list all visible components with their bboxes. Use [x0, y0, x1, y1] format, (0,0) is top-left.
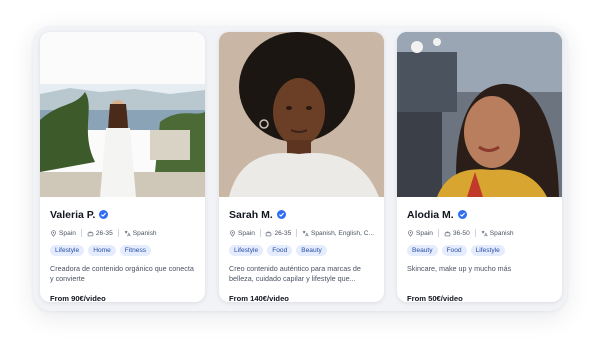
- language-icon: [302, 230, 309, 236]
- creator-price: From 50€/video: [407, 294, 463, 302]
- creator-card[interactable]: Alodia M. Spain 36-50 Spanish Beauty Foo…: [397, 32, 562, 302]
- creator-tags: Lifestyle Food Beauty: [229, 245, 374, 256]
- creator-age: 26-35: [274, 229, 292, 237]
- creator-description: Creo contenido auténtico para marcas de …: [229, 264, 361, 283]
- creator-description: Skincare, make up y mucho más: [407, 264, 512, 273]
- creator-languages: Spanish, English, C...: [310, 229, 374, 237]
- tag-chip: Food: [267, 245, 293, 256]
- creator-meta: Spain 26-35 Spanish: [50, 229, 195, 237]
- creator-photo: [397, 32, 562, 197]
- tag-chip: Beauty: [407, 245, 438, 256]
- creator-age: 36-50: [452, 229, 470, 237]
- tag-chip: Food: [441, 245, 467, 256]
- tag-chip: Lifestyle: [470, 245, 505, 256]
- creator-name: Valeria P.: [50, 208, 96, 221]
- language-icon: [481, 230, 488, 236]
- creator-meta: Spain 36-50 Spanish: [407, 229, 552, 237]
- meta-divider: [117, 229, 119, 237]
- meta-divider: [437, 229, 439, 237]
- tag-chip: Lifestyle: [50, 245, 85, 256]
- creator-meta: Spain 26-35 Spanish, English, C...: [229, 229, 374, 237]
- location-pin-icon: [230, 229, 235, 237]
- verified-badge-icon: [99, 210, 109, 219]
- age-group-icon: [266, 230, 272, 236]
- creator-card[interactable]: Valeria P. Spain 26-35 Spanish Lifestyle: [40, 32, 205, 302]
- creator-country: Spain: [238, 229, 255, 237]
- meta-divider: [296, 229, 297, 237]
- location-pin-icon: [51, 229, 56, 237]
- age-group-icon: [444, 230, 451, 236]
- creator-languages: Spanish: [132, 229, 157, 237]
- meta-divider: [259, 229, 261, 237]
- creator-photo: [40, 32, 205, 197]
- creator-tags: Lifestyle Home Fitness: [50, 245, 195, 256]
- creator-description: Creadora de contenido orgánico que conec…: [50, 264, 194, 283]
- creator-country: Spain: [59, 229, 76, 237]
- creator-price: From 90€/video: [50, 294, 106, 302]
- creator-photo: [219, 32, 384, 197]
- verified-badge-icon: [457, 210, 467, 219]
- creator-card[interactable]: Sarah M. Spain 26-35 Spanish, English, C…: [219, 32, 384, 302]
- tag-chip: Lifestyle: [229, 245, 264, 256]
- location-pin-icon: [408, 229, 413, 237]
- tag-chip: Fitness: [119, 245, 152, 256]
- age-group-icon: [87, 230, 94, 236]
- language-icon: [124, 230, 131, 236]
- verified-badge-icon: [276, 210, 286, 219]
- meta-divider: [474, 229, 476, 237]
- creator-tags: Beauty Food Lifestyle: [407, 245, 552, 256]
- meta-divider: [80, 229, 82, 237]
- creator-price: From 140€/video: [229, 294, 289, 302]
- tag-chip: Beauty: [296, 245, 327, 256]
- creator-country: Spain: [416, 229, 433, 237]
- tag-chip: Home: [88, 245, 116, 256]
- creator-age: 26-35: [95, 229, 113, 237]
- creator-languages: Spanish: [489, 229, 514, 237]
- creator-name: Sarah M.: [229, 208, 273, 221]
- creator-name: Alodia M.: [407, 208, 454, 221]
